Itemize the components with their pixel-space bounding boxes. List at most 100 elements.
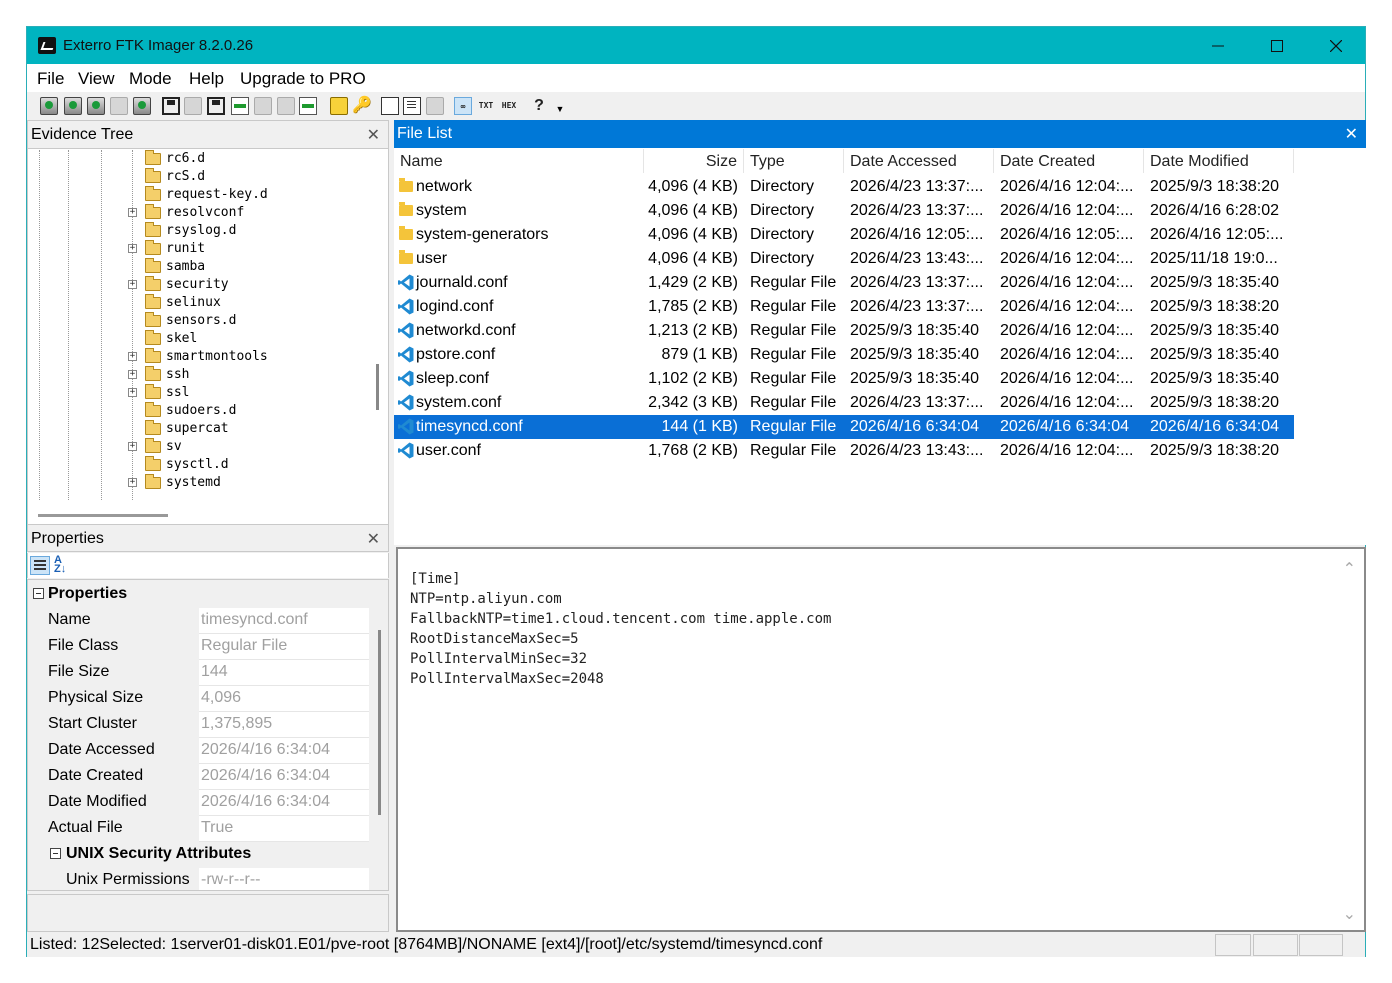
property-row[interactable]: File Size 144 — [28, 660, 371, 686]
file-row[interactable]: networkd.conf 1,213 (2 KB) Regular File 202… — [394, 319, 1294, 343]
categorized-view-icon[interactable] — [30, 556, 50, 575]
tree-item[interactable]: supercat — [28, 420, 371, 438]
image-mounting-icon[interactable] — [87, 97, 105, 115]
scroll-thumb[interactable] — [376, 364, 379, 410]
tree-item[interactable]: + ssh — [28, 366, 371, 384]
property-category-row[interactable]: Properties — [28, 582, 371, 608]
menu-upgrade[interactable]: Upgrade to PRO — [240, 69, 366, 89]
file-row[interactable]: network 4,096 (4 KB) Directory 2026/4/23 13… — [394, 175, 1294, 199]
expand-icon[interactable]: + — [128, 244, 137, 253]
toolbar-overflow-icon[interactable]: ▼ — [551, 97, 569, 115]
export-files-icon[interactable] — [381, 97, 399, 115]
obtain-protected-files-key-icon[interactable]: 🔑 — [352, 97, 372, 115]
close-file-list-icon[interactable]: ✕ — [1345, 124, 1358, 144]
maximize-button[interactable] — [1248, 27, 1306, 64]
help-icon[interactable]: ? — [530, 97, 548, 115]
file-row[interactable]: timesyncd.conf 144 (1 KB) Regular File 2026… — [394, 415, 1294, 439]
hex-viewer-icon[interactable]: HEX — [500, 97, 518, 115]
property-row[interactable]: Date Modified 2026/4/16 6:34:04 — [28, 790, 371, 816]
scroll-up-icon[interactable]: ⌃ — [1343, 559, 1356, 579]
auto-viewer-icon[interactable]: ∞ — [454, 97, 472, 115]
create-custom-image-icon[interactable] — [254, 97, 272, 115]
tree-item[interactable]: sudoers.d — [28, 402, 371, 420]
property-row[interactable]: Unix Permissions -rw-r--r-- — [28, 868, 371, 890]
property-row[interactable]: Actual File True — [28, 816, 371, 842]
menu-mode[interactable]: Mode — [129, 69, 172, 89]
file-row[interactable]: pstore.conf 879 (1 KB) Regular File 2025/9/… — [394, 343, 1294, 367]
column-header-size[interactable]: Size — [644, 149, 744, 173]
tree-item[interactable]: + security — [28, 276, 371, 294]
evidence-tree-hscrollbar[interactable] — [38, 514, 168, 517]
column-header-name[interactable]: Name — [394, 149, 644, 173]
tree-item[interactable]: + sv — [28, 438, 371, 456]
tree-item[interactable]: sysctl.d — [28, 456, 371, 474]
close-window-button[interactable] — [1307, 27, 1365, 64]
add-to-custom-content-icon[interactable] — [231, 97, 249, 115]
capture-memory-icon[interactable] — [330, 97, 348, 115]
tree-item[interactable]: + resolvconf — [28, 204, 371, 222]
verify-drive-icon[interactable] — [299, 97, 317, 115]
export-logical-image-icon[interactable] — [207, 97, 225, 115]
tree-item[interactable]: + runit — [28, 240, 371, 258]
properties-vscrollbar[interactable] — [378, 630, 381, 815]
collapse-icon[interactable] — [50, 848, 61, 859]
expand-icon[interactable]: + — [128, 280, 137, 289]
minimize-button[interactable] — [1189, 27, 1247, 64]
close-evidence-tree-icon[interactable]: ✕ — [367, 125, 380, 145]
evidence-tree-list[interactable]: rc6.d rcS.d request-key.d + resolvconf rsyslo… — [28, 150, 371, 500]
column-header-date-accessed[interactable]: Date Accessed — [844, 149, 994, 173]
menu-file[interactable]: File — [37, 69, 64, 89]
column-header-date-modified[interactable]: Date Modified — [1144, 149, 1294, 173]
property-row[interactable]: Start Cluster 1,375,895 — [28, 712, 371, 738]
tree-item[interactable]: skel — [28, 330, 371, 348]
scroll-down-icon[interactable]: ⌄ — [1343, 904, 1356, 924]
column-header-date-created[interactable]: Date Created — [994, 149, 1144, 173]
tree-item[interactable]: request-key.d — [28, 186, 371, 204]
tree-item[interactable]: rcS.d — [28, 168, 371, 186]
add-all-attached-devices-icon[interactable] — [64, 97, 82, 115]
tree-item[interactable]: + smartmontools — [28, 348, 371, 366]
tree-item[interactable]: sensors.d — [28, 312, 371, 330]
tree-item[interactable]: samba — [28, 258, 371, 276]
expand-icon[interactable]: + — [128, 352, 137, 361]
column-header-type[interactable]: Type — [744, 149, 844, 173]
property-row[interactable]: Date Created 2026/4/16 6:34:04 — [28, 764, 371, 790]
file-row[interactable]: user.conf 1,768 (2 KB) Regular File 2026/4/… — [394, 439, 1294, 463]
close-properties-icon[interactable]: ✕ — [367, 529, 380, 549]
menu-help[interactable]: Help — [189, 69, 224, 89]
property-subcategory-row[interactable]: UNIX Security Attributes — [28, 842, 371, 868]
remove-evidence-item-icon[interactable] — [110, 97, 128, 115]
property-row[interactable]: Date Accessed 2026/4/16 6:34:04 — [28, 738, 371, 764]
expand-icon[interactable]: + — [128, 442, 137, 451]
file-row[interactable]: user 4,096 (4 KB) Directory 2026/4/23 13:43… — [394, 247, 1294, 271]
tree-item[interactable]: + ssl — [28, 384, 371, 402]
tree-item[interactable]: + systemd — [28, 474, 371, 492]
remove-all-evidence-icon[interactable] — [133, 97, 151, 115]
collapse-icon[interactable] — [33, 588, 44, 599]
decrypt-ad1-icon[interactable] — [277, 97, 295, 115]
file-viewer-pane[interactable]: [Time] NTP=ntp.aliyun.com FallbackNTP=time… — [396, 547, 1366, 932]
file-row[interactable]: system 4,096 (4 KB) Directory 2026/4/23 13:… — [394, 199, 1294, 223]
file-row[interactable]: logind.conf 1,785 (2 KB) Regular File 2026/… — [394, 295, 1294, 319]
export-directory-listing-icon[interactable] — [426, 97, 444, 115]
tree-item[interactable]: rsyslog.d — [28, 222, 371, 240]
expand-icon[interactable]: + — [128, 370, 137, 379]
property-row[interactable]: Name timesyncd.conf — [28, 608, 371, 634]
add-evidence-item-icon[interactable] — [40, 97, 58, 115]
export-disk-image-icon[interactable] — [184, 97, 202, 115]
expand-icon[interactable]: + — [128, 478, 137, 487]
create-disk-image-icon[interactable] — [162, 97, 180, 115]
tree-item[interactable]: rc6.d — [28, 150, 371, 168]
expand-icon[interactable]: + — [128, 388, 137, 397]
property-row[interactable]: Physical Size 4,096 — [28, 686, 371, 712]
export-file-hash-list-icon[interactable] — [403, 97, 421, 115]
file-row[interactable]: sleep.conf 1,102 (2 KB) Regular File 2025/9… — [394, 367, 1294, 391]
alphabetical-sort-icon[interactable]: A Z↓ — [54, 555, 66, 575]
evidence-tree-vscrollbar[interactable] — [376, 150, 380, 500]
tree-item[interactable]: selinux — [28, 294, 371, 312]
file-row[interactable]: system.conf 2,342 (3 KB) Regular File 2026/… — [394, 391, 1294, 415]
expand-icon[interactable]: + — [128, 208, 137, 217]
menu-view[interactable]: View — [78, 69, 115, 89]
property-row[interactable]: File Class Regular File — [28, 634, 371, 660]
file-row[interactable]: system-generators 4,096 (4 KB) Directory 20… — [394, 223, 1294, 247]
